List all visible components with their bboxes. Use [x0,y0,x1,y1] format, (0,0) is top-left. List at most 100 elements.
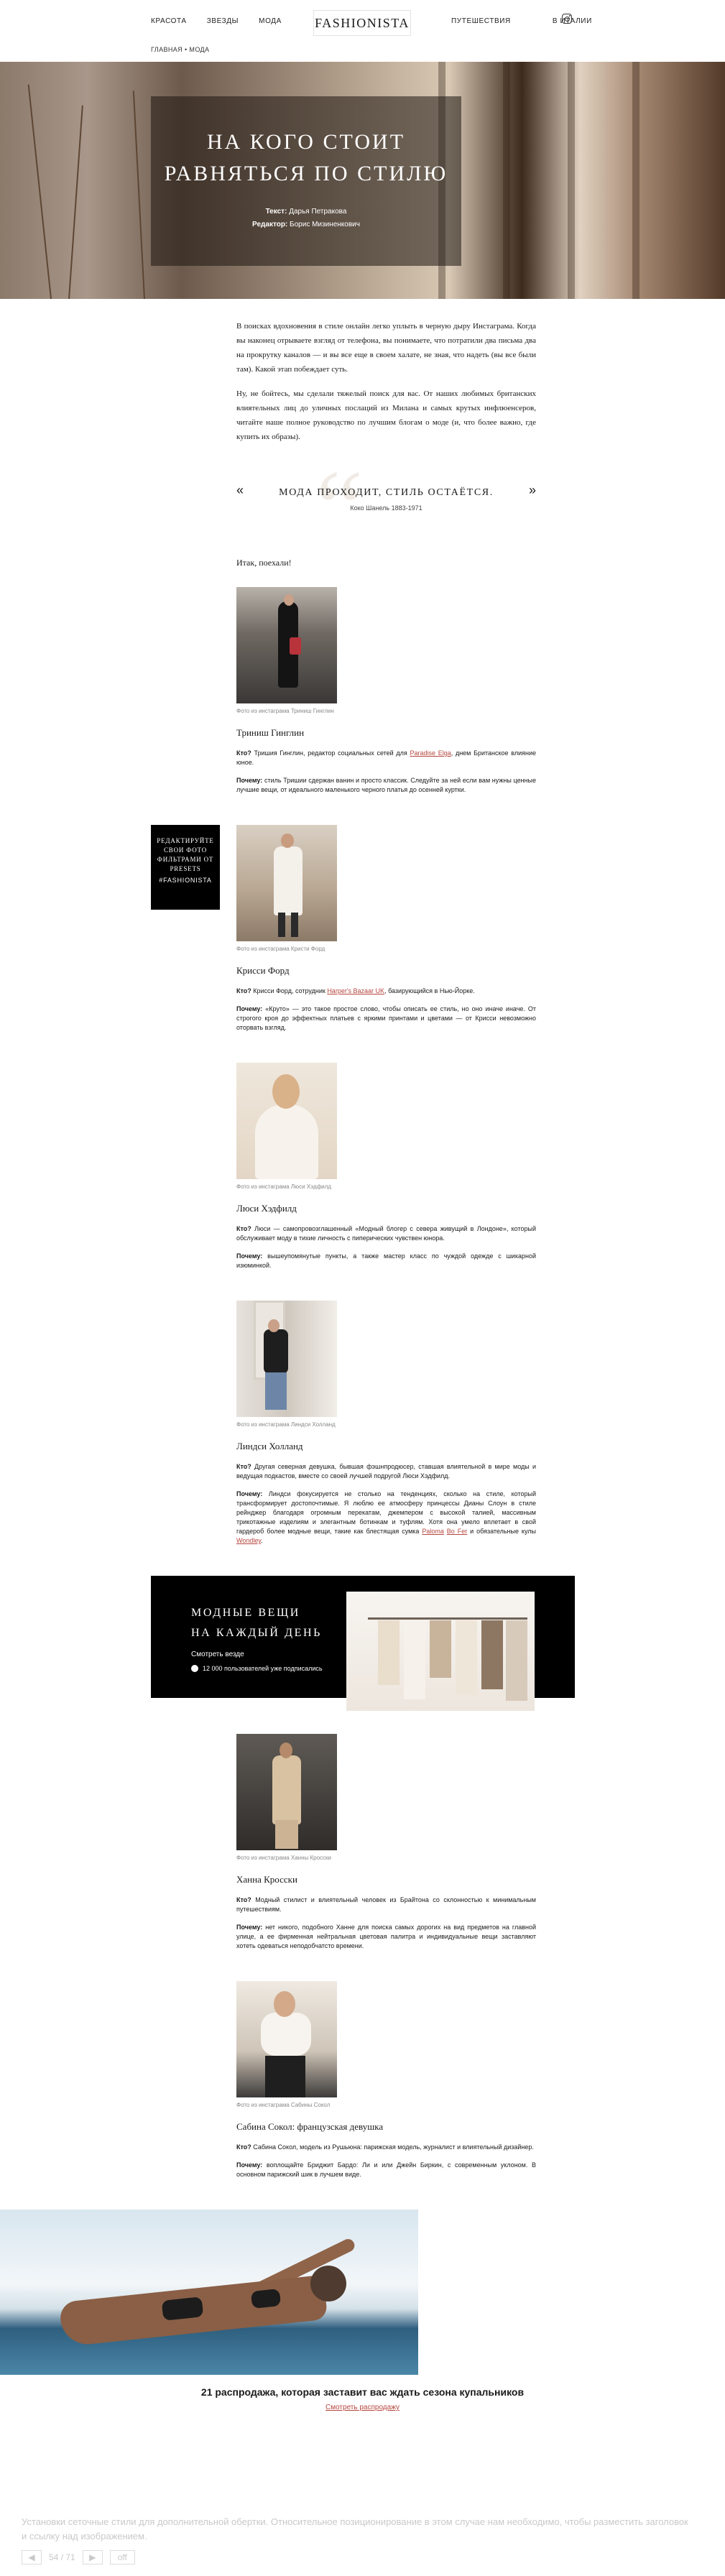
rack-item [404,1620,425,1699]
photo-figure [284,594,294,606]
who-label: Кто? [236,987,251,994]
off-toggle[interactable]: off [109,2550,135,2565]
blogger-profile: Фото из инстаграма Ханны Кросски Ханна К… [236,1734,536,1951]
subscribe-title-line: на каждый день [191,1627,322,1639]
subscribe-title-line: Модные вещи [191,1607,300,1619]
blogger-profile: Фото из инстаграма Триниш Гинглин Триниш… [236,587,536,795]
who-text-tail: , базирующийся в Нью-Йорке. [384,987,475,994]
blogger-photo[interactable] [236,1981,337,2097]
paloma-link[interactable]: Paloma [422,1528,444,1535]
nav-left: Красота Звезды Мода [151,17,282,25]
who-text: Тришия Гинглин, редактор социальных сете… [251,749,410,757]
presets-promo[interactable]: Редактируйте свои фото фильтрами от pres… [151,825,220,910]
related-article-link-wrap: Смотреть распродажу [0,2404,725,2411]
why-text: «Круто» — это такое простое слово, чтобы… [236,1005,536,1031]
nav-item-italy[interactable]: В Италии [553,17,592,25]
hero-overlay: На кого стоит равняться по стилю Текст: … [151,96,461,266]
related-article-title[interactable]: 21 распродажа, которая заставит вас ждат… [0,2386,725,2398]
blogger-photo[interactable] [236,1063,337,1179]
quote-author-name: Коко Шанель [350,504,390,512]
blogger-photo[interactable] [236,1301,337,1417]
photo-figure [255,1104,318,1179]
photo-figure [281,834,294,848]
blogger-photo[interactable] [236,1734,337,1850]
blogger-name: Люси Хэдфилд [236,1203,297,1214]
subscribe-link[interactable]: Смотреть везде [191,1651,244,1658]
text-author: Дарья Петракова [289,208,347,216]
blogger-name: Крисси Форд [236,965,290,976]
who-text: Крисси Форд, сотрудник [251,987,328,994]
section-intro: Итак, поехали! [236,558,292,568]
photo-caption: Фото из инстаграма Линдси Холланд [236,1421,336,1428]
next-button[interactable]: ▶ [82,2550,103,2565]
blogger-who: Кто? Сабина Сокол, модель из Рушьюна: па… [236,2143,536,2152]
photo-figure [272,1074,300,1109]
subscribe-banner[interactable]: Модные вещи на каждый день Смотреть везд… [151,1576,575,1711]
nav-item-beauty[interactable]: Красота [151,17,187,25]
blogger-who: Кто? Другая северная девушка, бывшая фэш… [236,1462,536,1481]
why-label: Почему: [236,777,263,784]
prev-button[interactable]: ◀ [22,2550,42,2565]
blogger-why: Почему: Линдси фокусируется не столько н… [236,1490,536,1546]
why-label: Почему: [236,1252,263,1260]
related-article-link[interactable]: Смотреть распродажу [325,2404,400,2411]
bofer-link[interactable]: Bo Fer [447,1528,467,1535]
photo-figure [310,2266,346,2302]
related-article-image[interactable] [0,2210,418,2375]
hero-decor [503,62,510,299]
blogger-who: Кто? Тришия Гинглин, редактор социальных… [236,749,536,767]
breadcrumb[interactable]: Главная • Мода [151,46,209,53]
quote-text: Мода проходит, стиль остаётся. [279,487,494,498]
why-text: стиль Тришии сдержан ванин и просто клас… [236,777,536,793]
blogger-name: Ханна Кросски [236,1874,297,1885]
who-link[interactable]: Paradise Elga [410,749,451,757]
wondley-link[interactable]: Wondley [236,1537,261,1544]
blogger-photo[interactable] [236,587,337,703]
who-link[interactable]: Harper's Bazaar UK [327,987,384,994]
blogger-profile: Фото из инстаграма Линдси Холланд Линдси… [236,1301,536,1546]
blogger-why: Почему: «Круто» — это такое простое слов… [236,1005,536,1033]
photo-figure [261,2013,311,2056]
why-text: воплощайте Бриджит Бардо: Ли и или Джейн… [236,2161,536,2178]
why-label: Почему: [236,2161,263,2169]
why-text: нет никого, подобного Ханне для поиска с… [236,1924,536,1949]
page-total: 71 [65,2552,75,2562]
blogger-who: Кто? Люси — самопровозглашенный «Модный … [236,1224,536,1243]
blogger-photo[interactable] [236,825,337,941]
photo-figure [275,1820,298,1849]
page-indicator: 54 / 71 [49,2552,75,2562]
rack-bar [368,1617,527,1620]
clothes-rack-image [346,1592,535,1711]
promo-text: Редактируйте свои фото фильтрами от pres… [157,837,214,872]
subscribe-title: Модные вещи на каждый день [191,1603,322,1643]
who-label: Кто? [236,2143,251,2151]
blogger-name: Сабина Сокол: французская девушка [236,2121,384,2132]
blogger-who: Кто? Модный стилист и влиятельный челове… [236,1896,536,1914]
pager: ◀ 54 / 71 ▶ off [22,2550,135,2565]
photo-figure [278,913,285,937]
site-logo[interactable]: FASHIONISTA [313,10,411,36]
instagram-icon[interactable] [562,14,572,24]
why-text-tail: . [261,1537,263,1544]
blogger-name: Триниш Гинглин [236,727,305,738]
blogger-name: Линдси Холланд [236,1441,303,1451]
who-text: Люси — самопровозглашенный «Модный блоге… [236,1225,536,1242]
quote-author: Коко Шанель 1883-1971 [236,504,536,512]
rack-item [481,1620,503,1689]
nav-item-stars[interactable]: Звезды [207,17,239,25]
nav-item-travel[interactable]: Путешествия [451,17,511,25]
blogger-who: Кто? Крисси Форд, сотрудник Harper's Baz… [236,987,536,996]
photo-caption: Фото из инстаграма Триниш Гинглин [236,708,334,714]
blogger-profile: Фото из инстаграма Сабины Сокол Сабина С… [236,1981,536,2179]
photo-figure [161,2296,204,2321]
intro: В поисках вдохновения в стиле онлайн лег… [236,299,536,444]
intro-paragraph: В поисках вдохновения в стиле онлайн лег… [236,322,536,374]
nav-item-fashion[interactable]: Мода [259,17,282,25]
why-label: Почему: [236,1490,263,1497]
why-label: Почему: [236,1924,263,1931]
photo-figure [280,1742,292,1758]
blogger-profile: Редактируйте свои фото фильтрами от pres… [151,825,536,1033]
photo-figure [290,637,301,655]
photo-figure [272,1755,301,1824]
article-credits: Текст: Дарья Петракова Редактор: Борис М… [151,206,461,231]
